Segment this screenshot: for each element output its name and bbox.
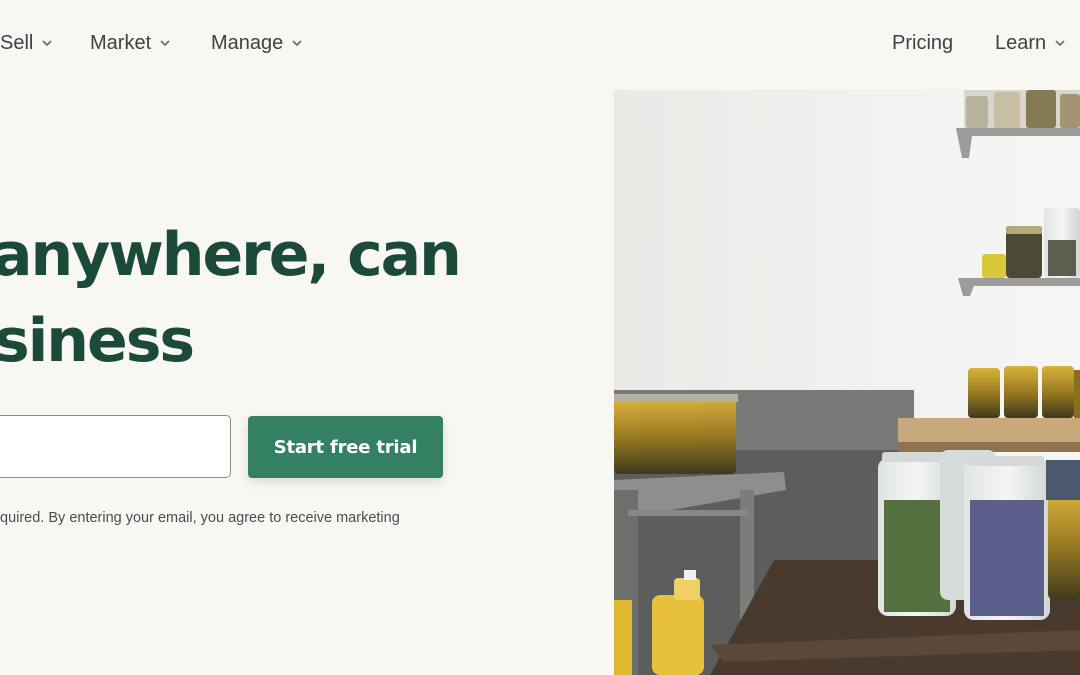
hero-photo — [614, 90, 1080, 675]
nav-item-sell[interactable]: Sell — [0, 30, 53, 56]
email-input[interactable] — [0, 415, 231, 478]
nav-item-manage[interactable]: Manage — [211, 30, 303, 56]
nav-item-label: Market — [90, 31, 152, 54]
chevron-down-icon — [159, 37, 171, 49]
nav-item-label: Sell — [0, 31, 34, 54]
headline-line-1: anywhere, can — [0, 220, 462, 290]
chevron-down-icon — [1054, 37, 1066, 49]
disclaimer-text: quired. By entering your email, you agre… — [0, 510, 400, 526]
chevron-down-icon — [291, 37, 303, 49]
nav-item-learn[interactable]: Learn — [995, 30, 1066, 56]
nav-item-pricing[interactable]: Pricing — [892, 30, 953, 56]
nav-item-label: Learn — [995, 31, 1047, 54]
headline-line-2: siness — [0, 306, 195, 376]
hero-headline: anywhere, can siness — [0, 205, 600, 385]
start-free-trial-button[interactable]: Start free trial — [248, 416, 443, 478]
chevron-down-icon — [41, 37, 53, 49]
nav-item-market[interactable]: Market — [90, 30, 171, 56]
nav-item-label: Pricing — [892, 31, 954, 54]
nav-item-label: Manage — [211, 31, 284, 54]
top-nav: Sell Market Manage Pricing Learn — [0, 0, 1080, 86]
